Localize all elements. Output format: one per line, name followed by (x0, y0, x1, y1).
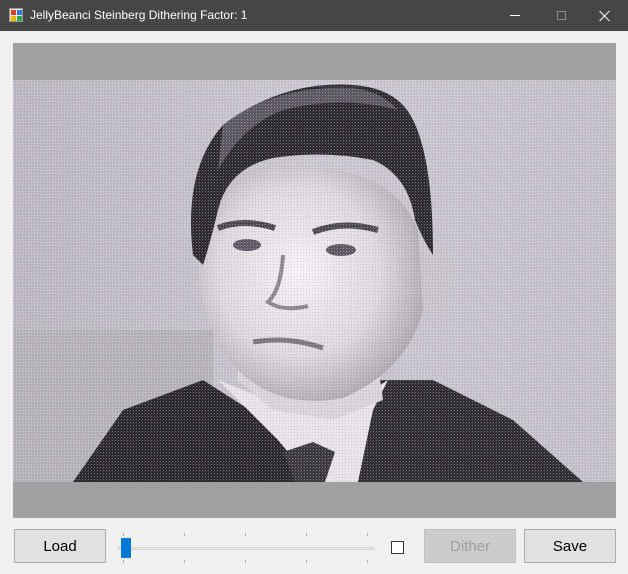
slider-track[interactable] (118, 547, 374, 550)
maximize-icon (556, 11, 566, 20)
app-icon (9, 8, 23, 22)
window-title: JellyBeanci Steinberg Dithering Factor: … (30, 8, 248, 22)
dithered-photo (13, 80, 616, 482)
minimize-icon (510, 15, 520, 16)
option-checkbox[interactable] (391, 541, 404, 554)
maximize-button[interactable] (538, 0, 584, 31)
slider-thumb[interactable] (121, 538, 131, 558)
picture-box (13, 43, 616, 518)
dithering-factor-slider[interactable] (118, 533, 380, 563)
minimize-button[interactable] (492, 0, 538, 31)
close-icon (599, 10, 611, 22)
close-button[interactable] (582, 0, 628, 31)
dither-button[interactable]: Dither (424, 529, 516, 563)
title-bar: JellyBeanci Steinberg Dithering Factor: … (0, 0, 628, 31)
save-button[interactable]: Save (524, 529, 616, 563)
load-button[interactable]: Load (14, 529, 106, 563)
